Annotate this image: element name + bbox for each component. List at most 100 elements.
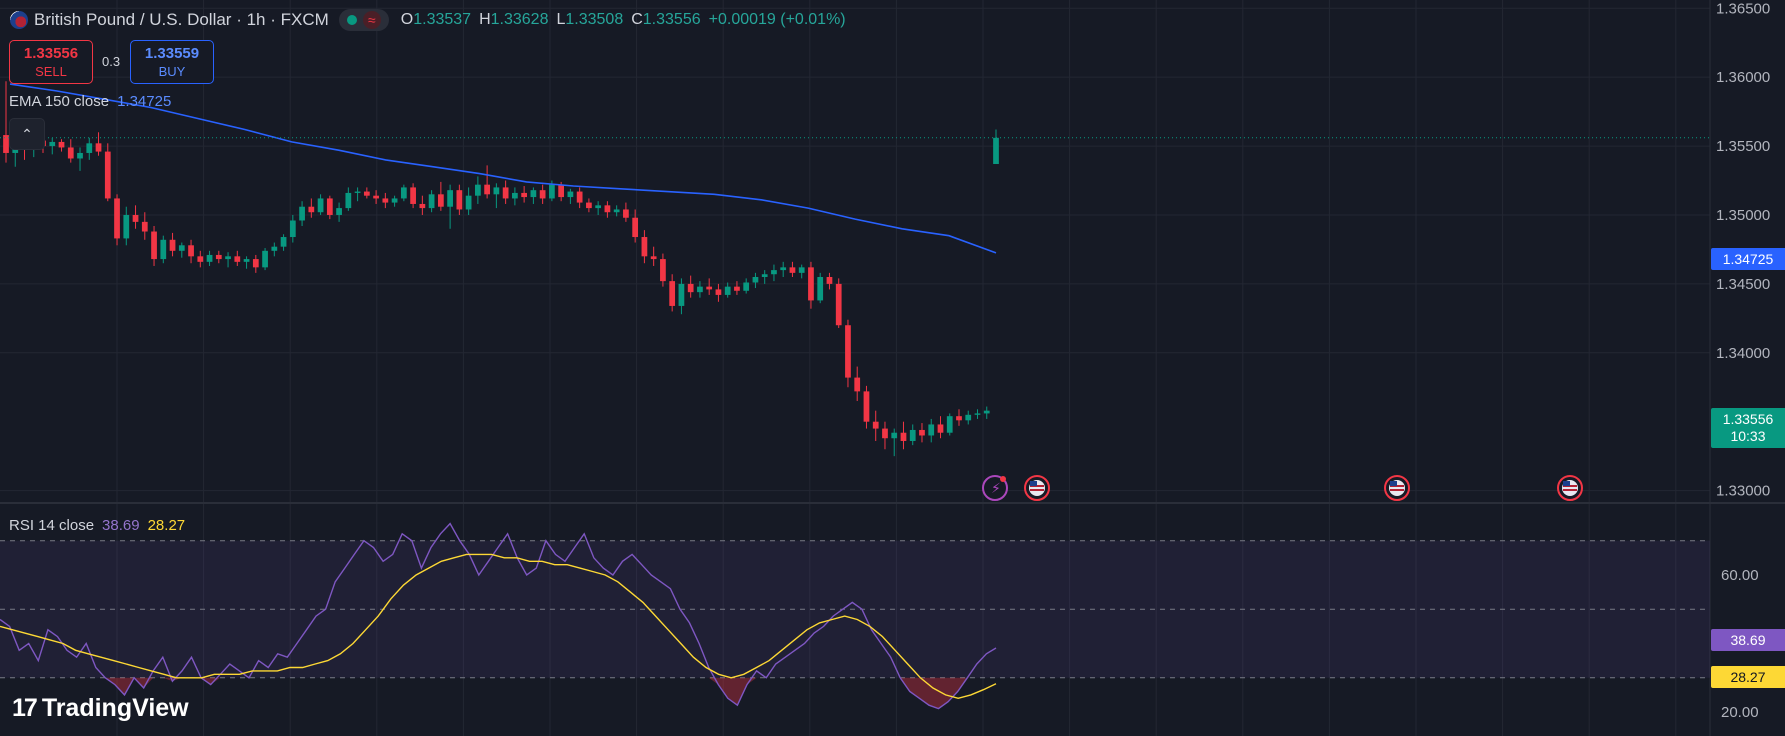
candle-body	[734, 286, 740, 291]
candle-body	[826, 276, 833, 284]
buy-button[interactable]: 1.33559 BUY	[130, 40, 214, 84]
candle-body	[160, 239, 167, 260]
candle-body	[863, 391, 870, 422]
gbpusd-flag-icon	[10, 11, 28, 29]
candle-body	[512, 192, 518, 199]
candle-body	[743, 282, 750, 291]
candle-body	[215, 254, 222, 260]
collapse-legend-button[interactable]: ⌃	[9, 118, 45, 150]
candle-body	[169, 239, 176, 251]
ohlc-readout: O1.33537 H1.33628 L1.33508 C1.33556 +0.0…	[401, 11, 846, 29]
candle-body	[549, 184, 555, 199]
candle-body	[641, 237, 648, 257]
rsi-value-tag: 38.69	[1711, 629, 1785, 651]
candle-body	[252, 259, 259, 268]
symbol-title[interactable]: British Pound / U.S. Dollar · 1h · FXCM	[34, 10, 329, 30]
candle-body	[882, 428, 888, 439]
candle-body	[835, 283, 842, 326]
candle-body	[983, 410, 990, 414]
event-us-flag-icon-canton	[1563, 481, 1570, 486]
tradingview-wordmark: TradingView	[41, 694, 189, 722]
candle-body	[225, 256, 231, 260]
candle-body	[974, 413, 981, 415]
candle-body	[586, 202, 592, 209]
candle-body	[67, 147, 74, 159]
candle-body	[808, 267, 814, 301]
event-us-flag-icon[interactable]	[1384, 475, 1410, 501]
ema-legend[interactable]: EMA 150 close 1.34725	[9, 93, 171, 110]
candle-body	[58, 141, 65, 148]
candle-body	[909, 429, 916, 441]
candle-body	[576, 191, 583, 203]
candle-body	[234, 256, 241, 262]
candle-body	[132, 214, 139, 222]
candle-body	[206, 254, 213, 262]
event-us-flag-icon[interactable]	[1024, 475, 1050, 501]
price-axis-label: 1.34000	[1716, 345, 1770, 362]
candle-body	[817, 276, 824, 301]
candle-body	[623, 209, 629, 218]
rsi-axis-label: 60.00	[1721, 567, 1759, 584]
ohlc-change: +0.00019 (+0.01%)	[708, 11, 846, 28]
event-flash-icon-glyph: ⚡	[991, 481, 1001, 497]
sell-price: 1.33556	[23, 45, 79, 62]
candle-body	[502, 187, 509, 199]
candle-body	[141, 221, 148, 232]
price-axis-label: 1.34500	[1716, 276, 1770, 293]
ema-legend-value: 1.34725	[117, 93, 172, 110]
candle-body	[937, 424, 944, 433]
chevron-up-icon: ⌃	[21, 125, 33, 142]
event-us-flag-icon[interactable]	[1557, 475, 1583, 501]
candle-body	[178, 245, 185, 251]
candle-body	[965, 414, 972, 421]
market-status-pill[interactable]: ≈	[338, 9, 389, 31]
candle-body	[326, 198, 333, 215]
sell-button[interactable]: 1.33556 SELL	[9, 40, 93, 84]
event-us-flag-icon-canton	[1390, 481, 1397, 486]
tradingview-logo[interactable]: 17 TradingView	[12, 694, 189, 723]
ema-price-tag: 1.34725	[1711, 248, 1785, 270]
event-flash-icon-alert-dot	[1000, 476, 1006, 482]
candle-body	[271, 246, 278, 251]
ohlc-close: C1.33556	[631, 11, 701, 28]
candle-body	[465, 195, 472, 210]
candle-body	[428, 194, 435, 209]
event-us-flag-icon-canton	[1030, 481, 1037, 486]
candle-body	[956, 416, 962, 421]
candle-body	[262, 250, 268, 268]
buy-label: BUY	[158, 64, 186, 79]
candle-body	[613, 209, 620, 213]
candle-body	[437, 194, 444, 207]
candle-body	[391, 198, 398, 203]
candle-body	[400, 187, 407, 199]
candle-body	[946, 416, 953, 433]
candle-body	[86, 143, 93, 153]
candle-body	[317, 198, 324, 213]
candle-body	[373, 195, 379, 199]
candle-body	[410, 187, 416, 204]
candle-body	[521, 192, 527, 198]
candle-body	[104, 151, 111, 199]
rsi-legend[interactable]: RSI 14 close 38.69 28.27	[9, 517, 185, 534]
event-us-flag-icon-stripe	[1030, 489, 1044, 491]
price-axis-label: 1.36500	[1716, 0, 1770, 17]
candle-body	[354, 191, 361, 193]
candle-body	[872, 421, 879, 429]
candle-body	[49, 141, 56, 147]
candle-body	[539, 190, 546, 199]
candle-body	[604, 205, 611, 213]
event-flash-icon[interactable]: ⚡	[982, 475, 1008, 501]
candle-body	[530, 190, 537, 198]
rsi-ma-legend-value: 28.27	[147, 517, 186, 534]
ohlc-high: H1.33628	[479, 11, 549, 28]
candle-body	[77, 152, 83, 159]
chart-canvas[interactable]: 1.36500 1.36000 1.35500 1.35000 1.34500 1.340…	[0, 0, 1785, 736]
rsi-ma-value-tag: 28.27	[1711, 666, 1785, 688]
ema-legend-label: EMA 150 close	[9, 93, 110, 110]
candle-body	[752, 276, 759, 283]
candle-body	[558, 184, 565, 198]
candle-body	[798, 267, 805, 273]
candle-body	[761, 274, 768, 277]
candle-body	[595, 205, 602, 209]
price-axis-label: 1.36000	[1716, 69, 1770, 86]
